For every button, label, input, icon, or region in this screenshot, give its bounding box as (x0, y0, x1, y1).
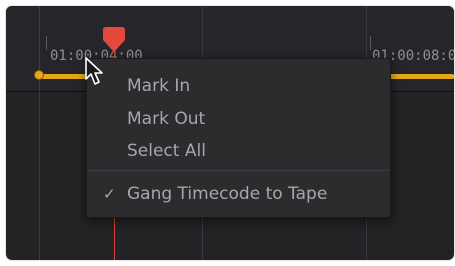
mouse-pointer-icon (85, 57, 103, 85)
context-menu: Mark In Mark Out Select All ✓ Gang Timec… (86, 58, 391, 218)
menu-item-gang-timecode-to-tape[interactable]: ✓ Gang Timecode to Tape (87, 179, 390, 209)
playhead-marker-icon[interactable] (102, 26, 126, 54)
menu-item-select-all[interactable]: Select All (87, 136, 390, 166)
timeline-panel: 01:00:04:00 01:00:08:0 Mark In Mark Out … (6, 6, 454, 260)
ruler-tick (46, 36, 47, 50)
menu-item-mark-in[interactable]: Mark In (87, 71, 390, 101)
ruler-tick (370, 36, 371, 50)
menu-item-mark-out[interactable]: Mark Out (87, 104, 390, 134)
menu-separator (87, 170, 390, 171)
track-divider-left (39, 6, 40, 260)
menu-item-label: Select All (127, 141, 206, 161)
checkmark-icon: ✓ (103, 185, 116, 203)
menu-item-label: Mark In (127, 76, 191, 96)
menu-item-label: Mark Out (127, 109, 206, 129)
range-start-handle[interactable] (34, 70, 44, 80)
menu-item-label: Gang Timecode to Tape (127, 184, 328, 204)
